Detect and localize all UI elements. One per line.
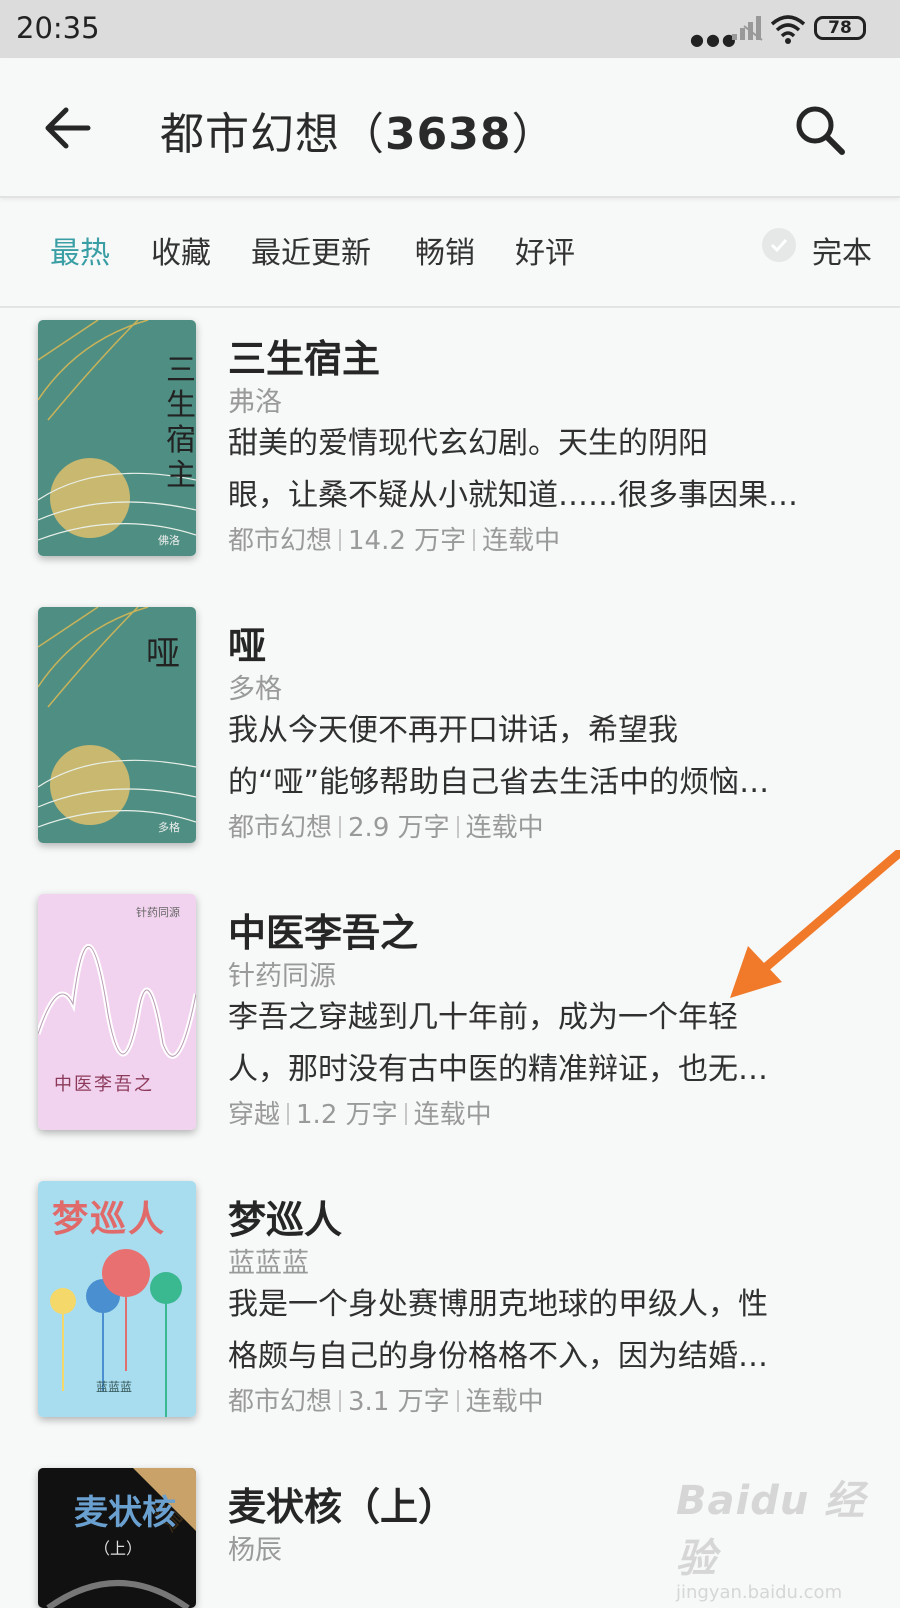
svg-text:梦巡人: 梦巡人 — [52, 1199, 166, 1240]
annotation-arrow-icon — [730, 850, 900, 998]
watermark-logo: Baidu 经验 — [676, 1478, 866, 1582]
separator — [456, 816, 459, 838]
book-list-item[interactable]: 梦巡人 蓝蓝蓝 梦巡人 蓝蓝蓝 我是一个身处赛博朋克地球的甲级人，性 格颇与自己… — [0, 1181, 900, 1468]
separator — [473, 529, 476, 551]
book-cover[interactable]: 哑 多格 — [38, 607, 196, 843]
book-status: 连载中 — [413, 1100, 492, 1130]
page-title-close: ） — [511, 109, 557, 160]
book-count: 3638 — [385, 109, 512, 160]
book-status: 连载中 — [465, 1387, 544, 1417]
cover-art: 三 生 宿 主 佛洛 — [38, 320, 196, 556]
book-author: 杨辰 — [228, 1535, 282, 1566]
separator — [339, 529, 342, 551]
separator — [339, 816, 342, 838]
sort-tabs: 最热 收藏 最近更新 畅销 好评 完本 — [0, 198, 900, 308]
description-line: 格颇与自己的身份格格不入，因为结婚… — [228, 1339, 768, 1374]
book-description: 李吾之穿越到几十年前，成为一个年轻 人，那时没有古中医的精准辩证，也无… — [228, 992, 838, 1096]
book-author: 多格 — [228, 674, 282, 705]
tab-hottest[interactable]: 最热 — [50, 228, 110, 272]
svg-text:（上）: （上） — [94, 1539, 142, 1558]
book-title: 哑 — [228, 624, 267, 668]
book-meta: 都市幻想 3.1 万字 连载中 — [228, 1381, 544, 1418]
book-description: 我是一个身处赛博朋克地球的甲级人，性 格颇与自己的身份格格不入，因为结婚… — [228, 1279, 838, 1383]
book-author: 针药同源 — [228, 961, 336, 992]
complete-filter-label: 完本 — [812, 236, 872, 271]
book-title: 三生宿主 — [228, 337, 381, 381]
battery-indicator: 78 — [814, 16, 866, 40]
tab-favorites[interactable]: 收藏 — [151, 228, 211, 272]
cover-art: 针药同源 中医李吾之 — [38, 894, 196, 1130]
book-word-count: 2.9 万字 — [348, 813, 450, 843]
page-title: 都市幻想（3638） — [160, 98, 556, 162]
book-author: 蓝蓝蓝 — [228, 1248, 309, 1279]
separator — [287, 1103, 290, 1125]
cell-signal-icon — [732, 16, 763, 41]
svg-text:宿: 宿 — [166, 423, 196, 458]
description-line: 眼，让桑不疑从小就知道……很多事因果… — [228, 478, 798, 513]
description-line: 的“哑”能够帮助自己省去生活中的烦恼… — [228, 765, 770, 800]
cover-art: 会员 麦状核 （上） — [38, 1468, 196, 1608]
back-arrow-icon[interactable] — [44, 106, 92, 150]
book-word-count: 3.1 万字 — [348, 1387, 450, 1417]
watermark: Baidu 经验 jingyan.baidu.com — [676, 1468, 900, 1603]
book-list-item[interactable]: 三 生 宿 主 佛洛 三生宿主 弗洛 甜美的爱情现代玄幻剧。天生的阴阳 眼，让桑… — [0, 320, 900, 607]
book-meta: 穿越 1.2 万字 连载中 — [228, 1094, 492, 1131]
book-category: 都市幻想 — [228, 813, 333, 843]
description-line: 甜美的爱情现代玄幻剧。天生的阴阳 — [228, 426, 708, 461]
book-meta: 都市幻想 2.9 万字 连载中 — [228, 807, 544, 844]
book-title: 梦巡人 — [228, 1198, 343, 1242]
tab-bestselling[interactable]: 畅销 — [415, 228, 475, 272]
svg-text:蓝蓝蓝: 蓝蓝蓝 — [96, 1380, 132, 1394]
book-word-count: 14.2 万字 — [348, 526, 467, 556]
book-category: 穿越 — [228, 1100, 281, 1130]
tab-top-rated[interactable]: 好评 — [515, 228, 575, 272]
app-bar: 都市幻想（3638） — [0, 58, 900, 198]
tab-recent-updates[interactable]: 最近更新 — [251, 228, 371, 272]
page-title-text: 都市幻想（ — [160, 109, 385, 160]
status-bar: 20:35 ●●● 78 — [0, 0, 900, 58]
book-title: 麦状核（上） — [228, 1485, 457, 1529]
svg-text:针药同源: 针药同源 — [136, 905, 180, 919]
book-author: 弗洛 — [228, 387, 282, 418]
svg-text:生: 生 — [166, 388, 196, 423]
description-line: 人，那时没有古中医的精准辩证，也无… — [228, 1052, 768, 1087]
svg-text:多格: 多格 — [158, 820, 180, 834]
separator — [404, 1103, 407, 1125]
book-description: 甜美的爱情现代玄幻剧。天生的阴阳 眼，让桑不疑从小就知道……很多事因果… — [228, 418, 838, 522]
book-status: 连载中 — [465, 813, 544, 843]
svg-text:麦状核: 麦状核 — [74, 1493, 176, 1533]
book-cover[interactable]: 会员 麦状核 （上） — [38, 1468, 196, 1608]
separator — [339, 1390, 342, 1412]
book-word-count: 1.2 万字 — [296, 1100, 398, 1130]
book-cover[interactable]: 三 生 宿 主 佛洛 — [38, 320, 196, 556]
svg-text:佛洛: 佛洛 — [158, 533, 180, 547]
book-category: 都市幻想 — [228, 526, 333, 556]
book-description: 我从今天便不再开口讲话，希望我 的“哑”能够帮助自己省去生活中的烦恼… — [228, 705, 838, 809]
book-cover[interactable]: 针药同源 中医李吾之 — [38, 894, 196, 1130]
svg-text:哑: 哑 — [146, 634, 180, 674]
svg-text:中医李吾之: 中医李吾之 — [54, 1074, 154, 1095]
book-title: 中医李吾之 — [228, 911, 419, 955]
check-circle-icon — [762, 228, 796, 262]
svg-text:主: 主 — [166, 458, 196, 493]
book-status: 连载中 — [482, 526, 561, 556]
description-line: 我是一个身处赛博朋克地球的甲级人，性 — [228, 1287, 768, 1322]
cover-art: 梦巡人 蓝蓝蓝 — [38, 1181, 196, 1417]
status-time: 20:35 — [16, 11, 100, 45]
cover-art: 哑 多格 — [38, 607, 196, 843]
svg-text:三: 三 — [166, 353, 196, 388]
complete-filter-toggle[interactable]: 完本 — [762, 228, 872, 271]
separator — [456, 1390, 459, 1412]
book-category: 都市幻想 — [228, 1387, 333, 1417]
search-icon[interactable] — [792, 102, 848, 158]
book-meta: 都市幻想 14.2 万字 连载中 — [228, 520, 560, 557]
description-line: 我从今天便不再开口讲话，希望我 — [228, 713, 678, 748]
book-cover[interactable]: 梦巡人 蓝蓝蓝 — [38, 1181, 196, 1417]
wifi-icon — [770, 15, 806, 44]
